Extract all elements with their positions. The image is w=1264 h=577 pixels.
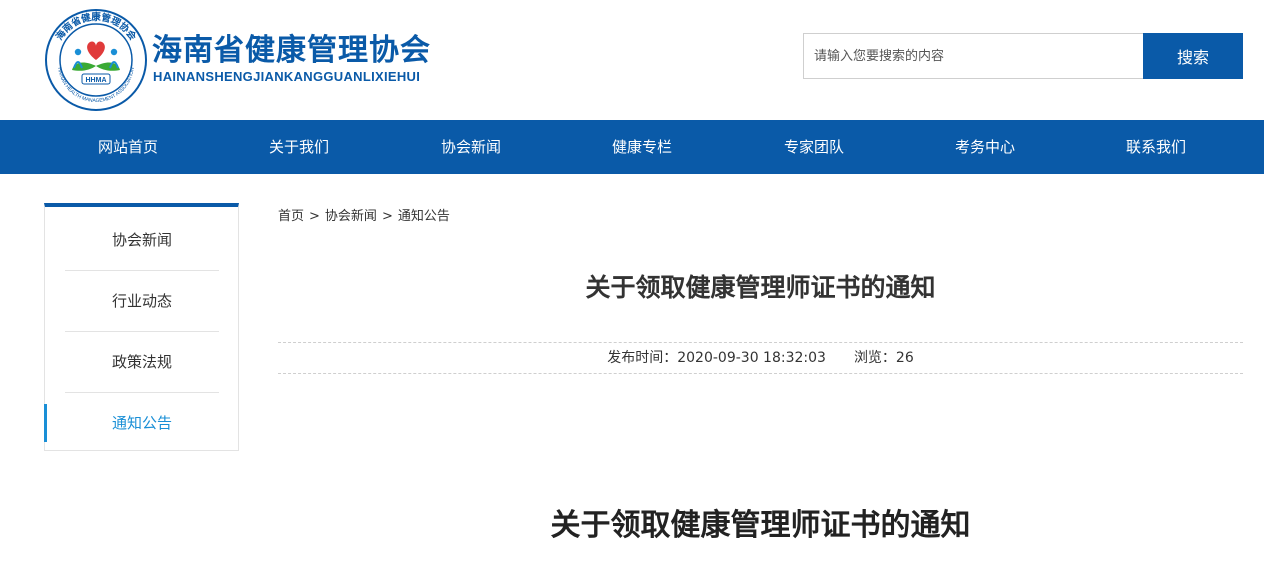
site-title-pinyin: HAINANSHENGJIANKANGGUANLIXIEHUI [153,69,421,84]
main-nav: 网站首页 关于我们 协会新闻 健康专栏 专家团队 考务中心 联系我们 [0,120,1264,174]
site-title[interactable]: 海南省健康管理协会 [152,33,431,69]
breadcrumb-home[interactable]: 首页 [278,207,304,227]
publish-time: 发布时间：2020-09-30 18:32:03 [607,350,826,366]
content-heading: 关于领取健康管理师证书的通知 [550,508,971,543]
sidebar-item-notices[interactable]: 通知公告 [65,393,219,454]
sidebar-item-news[interactable]: 协会新闻 [65,210,219,271]
nav-item-news[interactable]: 协会新闻 [406,120,536,174]
sidebar: 协会新闻 行业动态 政策法规 通知公告 [44,203,239,451]
site-logo[interactable]: 海南省健康管理协会 HAINAN HEALTH MANAGEMENT ASSOC… [44,8,148,112]
view-count: 浏览：26 [853,350,914,366]
sidebar-item-policy[interactable]: 政策法规 [65,332,219,393]
sidebar-active-indicator [44,404,47,442]
logo-badge-text: HHMA [86,77,107,84]
nav-item-home[interactable]: 网站首页 [63,120,193,174]
nav-item-contact[interactable]: 联系我们 [1091,120,1221,174]
sidebar-item-industry[interactable]: 行业动态 [65,271,219,332]
article-meta: 发布时间：2020-09-30 18:32:03 浏览：26 [278,342,1243,374]
breadcrumb-separator: > [381,209,393,224]
nav-item-experts[interactable]: 专家团队 [749,120,879,174]
nav-item-about[interactable]: 关于我们 [234,120,364,174]
site-header: 海南省健康管理协会 HAINAN HEALTH MANAGEMENT ASSOC… [0,0,1264,120]
nav-item-exams[interactable]: 考务中心 [920,120,1050,174]
breadcrumb: 首页 > 协会新闻 > 通知公告 [278,207,450,227]
breadcrumb-notices[interactable]: 通知公告 [398,207,450,227]
nav-item-health[interactable]: 健康专栏 [577,120,707,174]
breadcrumb-separator: > [309,209,320,224]
breadcrumb-news[interactable]: 协会新闻 [325,207,377,227]
search-input[interactable] [803,33,1143,79]
search-button[interactable]: 搜索 [1143,33,1243,79]
article-title: 关于领取健康管理师证书的通知 [585,273,936,302]
